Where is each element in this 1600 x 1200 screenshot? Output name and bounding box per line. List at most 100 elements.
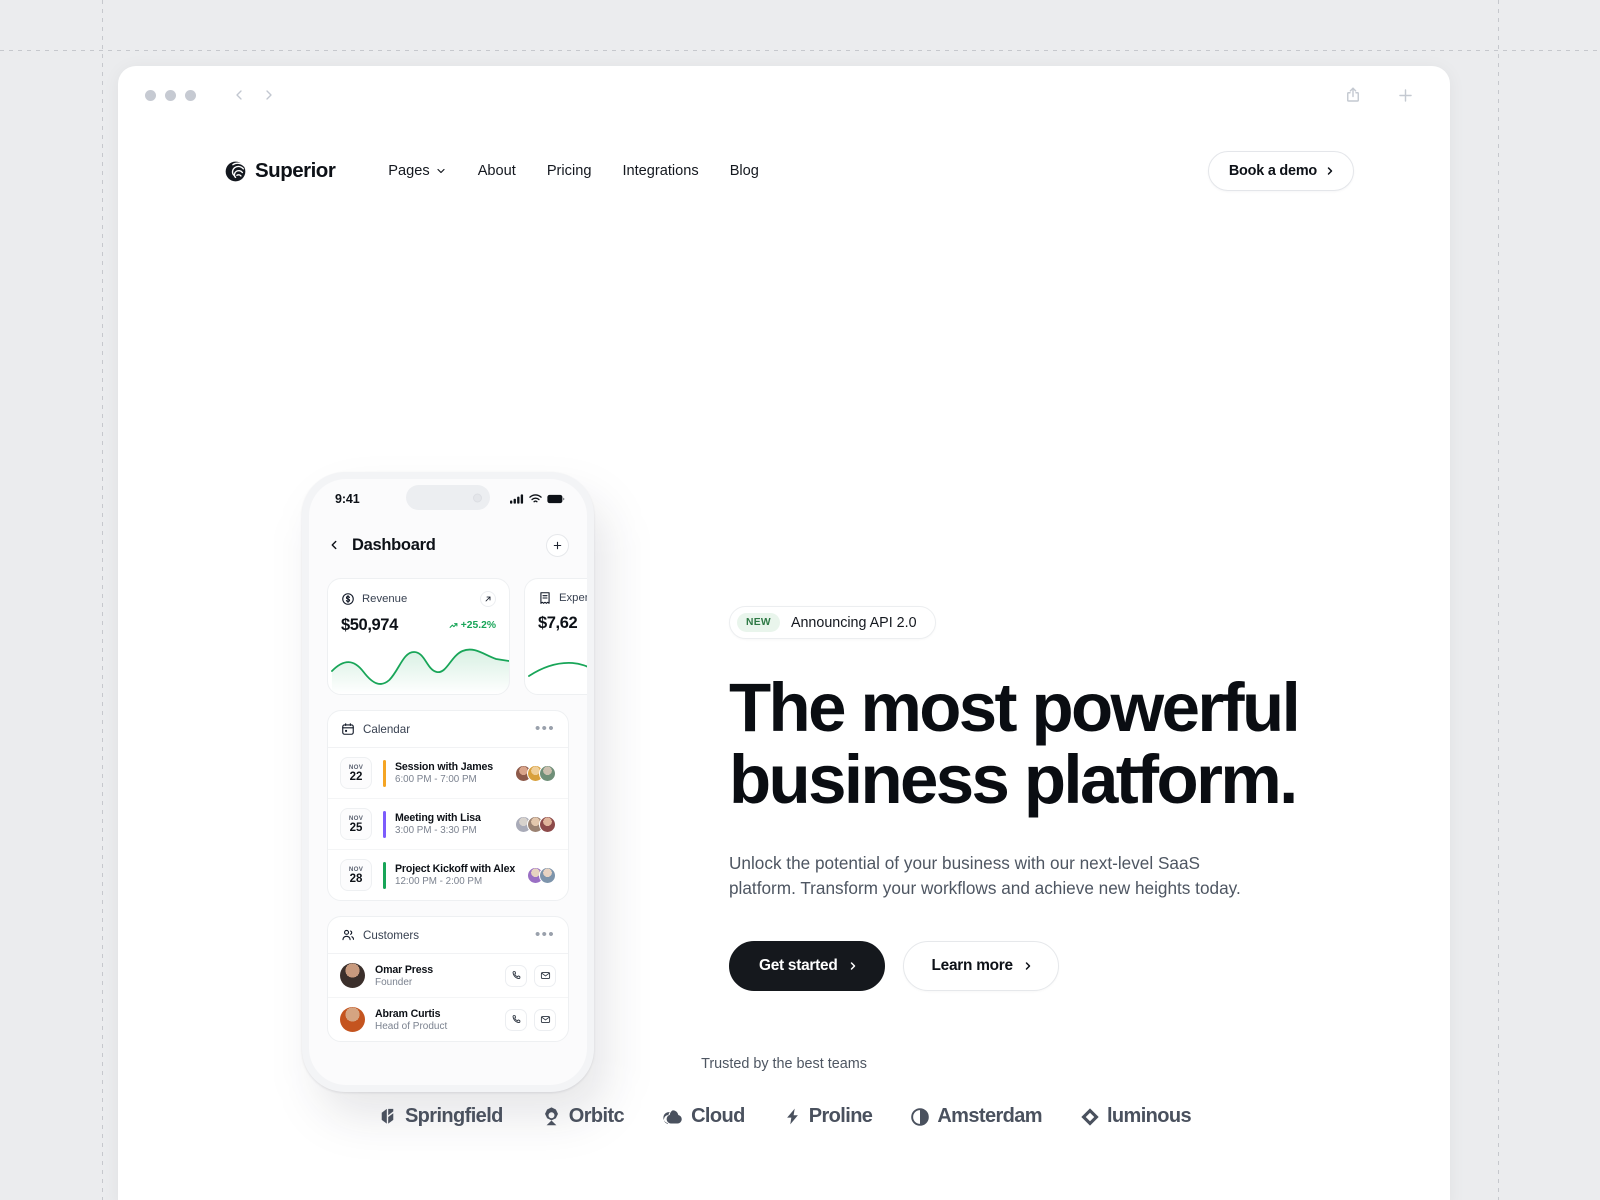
nav-item-pages[interactable]: Pages bbox=[388, 163, 446, 179]
customer-row[interactable]: Abram Curtis Head of Product bbox=[328, 998, 568, 1041]
badge-new-tag: NEW bbox=[737, 613, 780, 632]
nav-item-about[interactable]: About bbox=[478, 163, 516, 179]
page-title: The most powerful business platform. bbox=[729, 672, 1329, 816]
brand-name-orbitc: Orbitc bbox=[568, 1105, 625, 1127]
forward-icon[interactable] bbox=[254, 80, 284, 110]
share-icon[interactable] bbox=[1336, 78, 1370, 112]
calendar-month: NOV bbox=[348, 763, 364, 771]
stat-card-expenses[interactable]: Expenses $7,62 bbox=[524, 578, 587, 695]
customer-actions bbox=[505, 1008, 556, 1031]
nav-label-pages: Pages bbox=[388, 163, 430, 179]
stat-value-row: $50,974 +25.2% bbox=[341, 616, 496, 635]
customer-actions bbox=[505, 964, 556, 987]
announcement-badge[interactable]: NEW Announcing API 2.0 bbox=[729, 606, 936, 639]
calendar-event-row[interactable]: NOV 28 Project Kickoff with Alex 12:00 P… bbox=[328, 850, 568, 900]
phone-screen: 9:41 Dashboard Revenue $50,974 +25.2% Ex… bbox=[309, 479, 587, 1085]
trusted-by-label: Trusted by the best teams bbox=[701, 1056, 867, 1072]
get-started-button[interactable]: Get started bbox=[729, 941, 885, 991]
stat-card-header: Expenses bbox=[538, 591, 587, 605]
phone-mockup: 9:41 Dashboard Revenue $50,974 +25.2% Ex… bbox=[302, 472, 608, 1118]
avatar bbox=[340, 1007, 365, 1032]
nav-item-blog[interactable]: Blog bbox=[730, 163, 759, 179]
chevron-right-icon bbox=[1327, 167, 1333, 175]
learn-more-label: Learn more bbox=[931, 957, 1014, 974]
ellipsis-icon[interactable]: ••• bbox=[535, 927, 555, 942]
customers-panel: Customers ••• Omar Press Founder Abram C… bbox=[327, 916, 569, 1042]
battery-full-icon bbox=[547, 494, 565, 504]
event-attendee-avatars bbox=[515, 764, 556, 782]
event-color-bar bbox=[383, 861, 386, 889]
calendar-event-title: Session with James bbox=[395, 761, 493, 773]
envelope-icon[interactable] bbox=[534, 1008, 556, 1031]
event-attendee-avatars bbox=[515, 815, 556, 833]
status-indicators bbox=[510, 494, 565, 504]
brand-proline[interactable]: Proline bbox=[783, 1105, 873, 1128]
nav-label-pricing: Pricing bbox=[546, 163, 592, 179]
guide-line-vertical-left bbox=[102, 0, 103, 1200]
brand-cloud[interactable]: Cloud bbox=[662, 1105, 745, 1128]
brand-springfield[interactable]: Springfield bbox=[377, 1105, 503, 1128]
calendar-panel-header: Calendar ••• bbox=[328, 711, 568, 748]
spiral-logo-icon bbox=[225, 161, 246, 181]
phone-add-button[interactable] bbox=[546, 533, 569, 557]
calendar-event-title: Project Kickoff with Alex bbox=[395, 863, 516, 875]
close-window-dot[interactable] bbox=[145, 89, 156, 101]
customer-role: Founder bbox=[375, 976, 413, 988]
ellipsis-icon[interactable]: ••• bbox=[535, 721, 555, 736]
phone-icon[interactable] bbox=[505, 964, 527, 987]
brand-logo[interactable]: Superior bbox=[225, 159, 336, 183]
calendar-event-time: 12:00 PM - 2:00 PM bbox=[395, 876, 483, 887]
window-traffic-lights bbox=[145, 89, 196, 101]
stat-card-header: Revenue bbox=[341, 591, 496, 607]
trusted-by-section: Trusted by the best teams Springfield Or… bbox=[118, 1056, 1450, 1128]
calendar-icon bbox=[342, 723, 354, 735]
avatar bbox=[340, 963, 365, 988]
calendar-event-info: Session with James 6:00 PM - 7:00 PM bbox=[395, 761, 493, 785]
calendar-panel-title: Calendar bbox=[363, 722, 411, 736]
maximize-window-dot[interactable] bbox=[185, 89, 196, 101]
phone-icon[interactable] bbox=[505, 1008, 527, 1031]
calendar-event-info: Project Kickoff with Alex 12:00 PM - 2:0… bbox=[395, 863, 515, 887]
arrow-up-right-icon[interactable] bbox=[480, 591, 496, 607]
hero-title-line-2: business platform. bbox=[729, 741, 1298, 818]
phone-back-icon[interactable] bbox=[327, 538, 341, 552]
book-a-demo-button[interactable]: Book a demo bbox=[1207, 151, 1354, 191]
stat-value-row: $7,62 bbox=[538, 614, 587, 633]
stat-delta-value-revenue: +25.2% bbox=[460, 620, 496, 631]
customer-role: Head of Product bbox=[375, 1020, 448, 1032]
hero-subtitle: Unlock the potential of your business wi… bbox=[729, 853, 1241, 898]
stat-card-revenue[interactable]: Revenue $50,974 +25.2% bbox=[327, 578, 510, 695]
event-attendee-avatars bbox=[527, 866, 556, 884]
calendar-event-row[interactable]: NOV 22 Session with James 6:00 PM - 7:00… bbox=[328, 748, 568, 799]
hero-section: 9:41 Dashboard Revenue $50,974 +25.2% Ex… bbox=[118, 196, 1450, 1118]
stat-value-expenses: $7,62 bbox=[538, 614, 578, 632]
calendar-event-time: 6:00 PM - 7:00 PM bbox=[395, 774, 477, 785]
nav-label-about: About bbox=[477, 163, 516, 179]
expenses-sparkline bbox=[528, 662, 587, 677]
brand-luminous[interactable]: luminous bbox=[1080, 1105, 1192, 1128]
receipt-icon bbox=[540, 592, 550, 604]
customer-row[interactable]: Omar Press Founder bbox=[328, 954, 568, 998]
back-icon[interactable] bbox=[224, 80, 254, 110]
envelope-icon[interactable] bbox=[534, 964, 556, 987]
new-tab-icon[interactable] bbox=[1388, 78, 1422, 112]
brand-name-amsterdam: Amsterdam bbox=[937, 1105, 1042, 1127]
minimize-window-dot[interactable] bbox=[165, 89, 176, 101]
front-camera-icon bbox=[473, 493, 482, 502]
guide-line-vertical-right bbox=[1498, 0, 1499, 1200]
brand-name-proline: Proline bbox=[808, 1105, 873, 1127]
calendar-day: 22 bbox=[349, 770, 363, 783]
dollar-circle-icon bbox=[342, 593, 354, 605]
nav-label-integrations: Integrations bbox=[622, 163, 699, 179]
stat-card-row: Revenue $50,974 +25.2% Expe $7,62 bbox=[309, 565, 587, 695]
diamond-icon bbox=[1081, 1107, 1099, 1126]
avatar bbox=[539, 866, 556, 884]
calendar-event-row[interactable]: NOV 25 Meeting with Lisa 3:00 PM - 3:30 … bbox=[328, 799, 568, 850]
learn-more-button[interactable]: Learn more bbox=[902, 941, 1059, 991]
nav-item-pricing[interactable]: Pricing bbox=[547, 163, 592, 179]
customer-name: Omar Press bbox=[375, 963, 433, 976]
nav-item-integrations[interactable]: Integrations bbox=[622, 163, 698, 179]
brand-amsterdam[interactable]: Amsterdam bbox=[910, 1105, 1043, 1128]
revenue-sparkline bbox=[331, 648, 509, 694]
brand-orbitc[interactable]: Orbitc bbox=[541, 1105, 625, 1128]
